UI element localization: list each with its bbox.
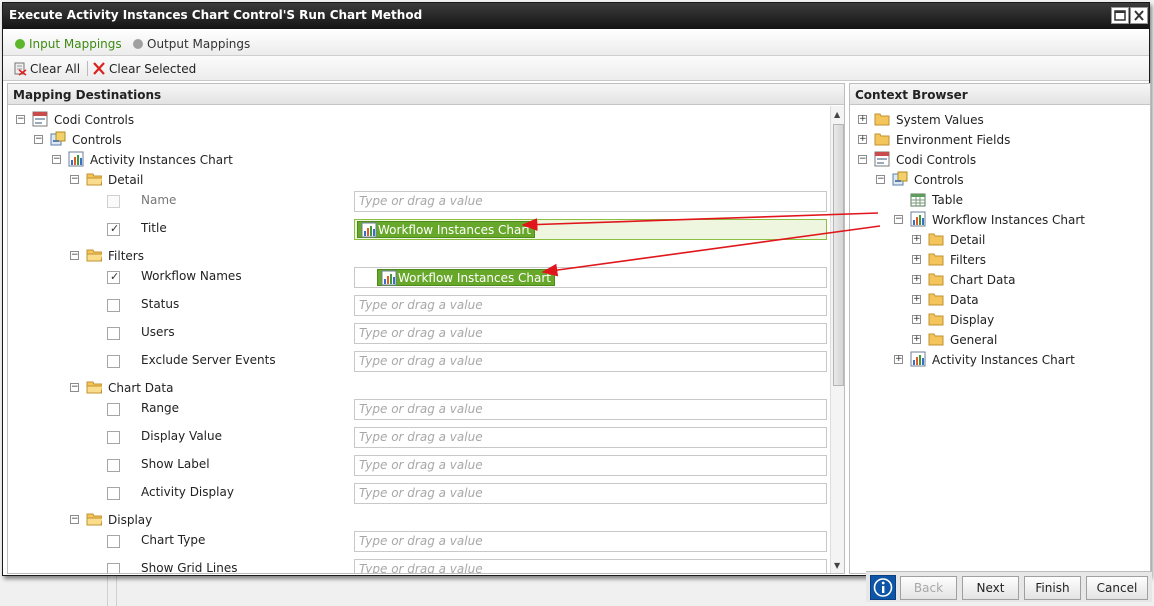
info-button[interactable] — [870, 575, 896, 600]
next-button[interactable]: Next — [962, 576, 1019, 600]
info-icon — [873, 578, 893, 597]
mapping-arrow-title — [521, 212, 879, 231]
mapping-arrow-workflow-names — [541, 225, 881, 277]
annotation-arrows — [521, 212, 881, 277]
finish-button[interactable]: Finish — [1024, 576, 1081, 600]
back-button[interactable]: Back — [900, 576, 957, 600]
wizard-footer: Back Next Finish Cancel — [866, 571, 1152, 602]
cancel-button[interactable]: Cancel — [1086, 576, 1148, 600]
